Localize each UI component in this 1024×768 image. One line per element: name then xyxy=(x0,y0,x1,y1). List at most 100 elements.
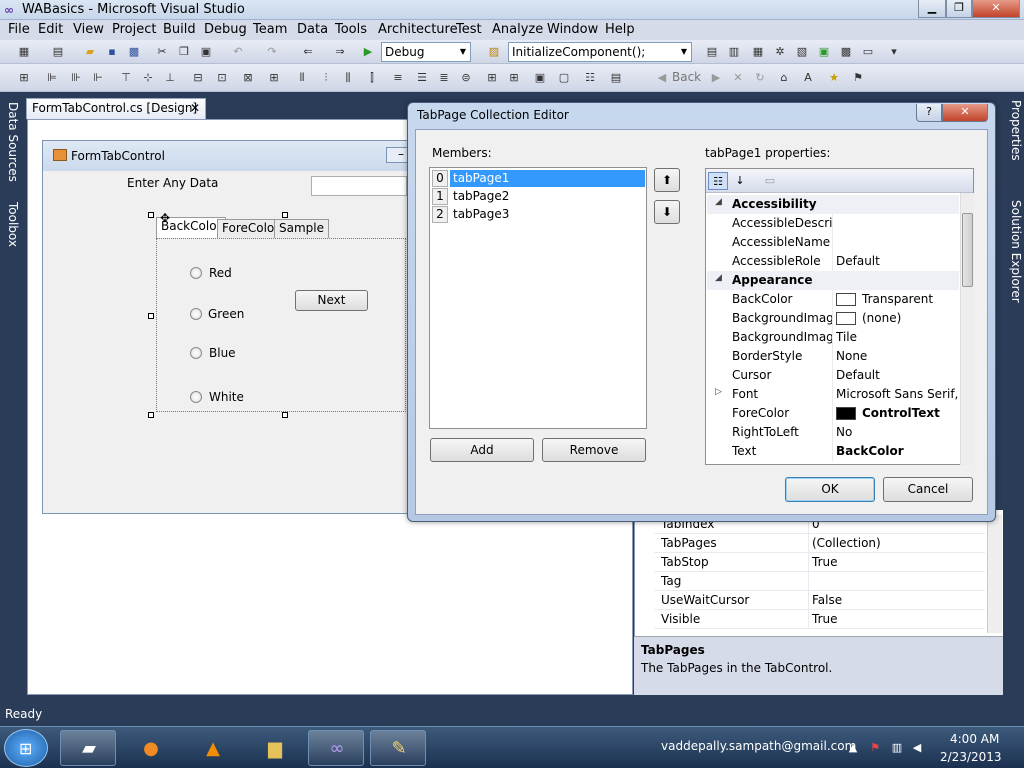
property-row[interactable]: RightToLeft No xyxy=(707,423,959,442)
menu-view[interactable]: View xyxy=(73,22,104,37)
data-textbox[interactable] xyxy=(311,176,407,196)
undo-icon[interactable]: ↶ xyxy=(230,44,246,60)
property-row[interactable]: AccessibleRole Default xyxy=(707,252,959,271)
resize-handle[interactable] xyxy=(282,412,288,418)
radio-green[interactable] xyxy=(190,308,202,320)
make-same-size-icon[interactable]: ⊠ xyxy=(240,70,256,86)
property-grid[interactable]: ☷ ↓ ▭ ◢ Accessibility AccessibleDescript Ac… xyxy=(705,168,974,465)
add-button[interactable]: Add xyxy=(430,438,534,462)
taskbar-app-folder[interactable]: ▆ xyxy=(246,730,302,766)
start-button[interactable]: ⊞ xyxy=(4,729,48,767)
network-icon[interactable]: ▥ xyxy=(890,741,904,755)
extension-manager-icon[interactable]: ▭ xyxy=(860,44,876,60)
scroll-thumb[interactable] xyxy=(962,213,973,287)
menu-architecture[interactable]: Architecture xyxy=(378,22,458,37)
members-list[interactable]: 0 tabPage1 1 tabPage2 2 tabPage3 xyxy=(429,167,647,429)
stop-icon[interactable]: ✕ xyxy=(730,70,746,86)
object-browser-icon[interactable]: ▦ xyxy=(750,44,766,60)
toolbar-options-icon[interactable]: ▾ xyxy=(886,44,902,60)
close-tab-icon[interactable]: ✕ xyxy=(190,99,200,118)
cut-icon[interactable]: ✂ xyxy=(154,44,170,60)
close-button[interactable]: ✕ xyxy=(972,0,1020,18)
tab-control[interactable] xyxy=(156,238,406,412)
make-same-width-icon[interactable]: ⊟ xyxy=(190,70,206,86)
property-pages-icon[interactable]: ▭ xyxy=(760,172,780,190)
property-row[interactable]: AccessibleDescript xyxy=(707,214,959,233)
horizontal-spacing-icon[interactable]: ⫴ xyxy=(294,70,310,86)
prop-row-tabpages[interactable]: TabPages (Collection) xyxy=(654,534,985,553)
sync-contents-icon[interactable]: ⚑ xyxy=(850,70,866,86)
list-item[interactable]: 0 tabPage1 xyxy=(432,170,645,188)
remove-button[interactable]: Remove xyxy=(542,438,646,462)
radio-blue[interactable] xyxy=(190,347,202,359)
prop-row-usewaitcursor[interactable]: UseWaitCursor False xyxy=(654,591,985,610)
align-lefts-icon[interactable]: ⊫ xyxy=(44,70,60,86)
menu-tools[interactable]: Tools xyxy=(335,22,367,37)
menu-help[interactable]: Help xyxy=(605,22,635,37)
toolbox-tab[interactable]: Toolbox xyxy=(2,202,20,247)
property-category[interactable]: ◢ Accessibility xyxy=(707,195,959,214)
align-bottoms-icon[interactable]: ⊥ xyxy=(162,70,178,86)
property-value[interactable]: (none) xyxy=(862,311,958,325)
menu-file[interactable]: File xyxy=(8,22,30,37)
tab-order-icon[interactable]: ☷ xyxy=(582,70,598,86)
taskbar-app-paint[interactable]: ✎ xyxy=(370,730,426,766)
data-sources-tab[interactable]: Data Sources xyxy=(2,102,20,182)
property-row[interactable]: BorderStyle None xyxy=(707,347,959,366)
property-row[interactable]: Cursor Default xyxy=(707,366,959,385)
tray-email[interactable]: vaddepally.sampath@gmail.com xyxy=(661,739,856,753)
toolbox-icon[interactable]: ✲ xyxy=(772,44,788,60)
increase-vspacing-icon[interactable]: ☰ xyxy=(414,70,430,86)
menu-data[interactable]: Data xyxy=(297,22,328,37)
radio-red[interactable] xyxy=(190,267,202,279)
move-up-button[interactable]: ⬆ xyxy=(654,168,680,192)
property-value[interactable]: ControlText xyxy=(862,406,958,420)
properties-window-icon[interactable]: ▥ xyxy=(726,44,742,60)
copy-icon[interactable]: ❐ xyxy=(176,44,192,60)
menu-build[interactable]: Build xyxy=(163,22,196,37)
center-vertically-icon[interactable]: ⊞ xyxy=(506,70,522,86)
property-row[interactable]: BackgroundImage (none) xyxy=(707,309,959,328)
increase-spacing-icon[interactable]: ⫶ xyxy=(318,70,334,86)
navigate-forward-icon[interactable]: ⇒ xyxy=(332,44,348,60)
navigate-backward-icon[interactable]: ⇐ xyxy=(300,44,316,60)
vertical-spacing-icon[interactable]: ≡ xyxy=(390,70,406,86)
expand-icon[interactable]: ▷ xyxy=(715,387,722,397)
center-horizontally-icon[interactable]: ⊞ xyxy=(484,70,500,86)
taskbar-app-explorer[interactable]: ▰ xyxy=(60,730,116,766)
add-item-icon[interactable]: ▤ xyxy=(50,44,66,60)
prop-row-tag[interactable]: Tag xyxy=(654,572,985,591)
radio-white[interactable] xyxy=(190,391,202,403)
collapse-icon[interactable]: ◢ xyxy=(715,197,722,207)
save-icon[interactable]: ▪ xyxy=(104,44,120,60)
solution-config-select[interactable]: Debug ▼ xyxy=(381,42,471,62)
collapse-icon[interactable]: ◢ xyxy=(715,273,722,283)
property-value[interactable]: BackColor xyxy=(836,444,958,458)
back-label[interactable]: Back xyxy=(672,70,701,84)
property-value[interactable]: None xyxy=(836,349,958,363)
show-hidden-icons-icon[interactable]: ▲ xyxy=(846,741,860,755)
property-row[interactable]: ▷ Font Microsoft Sans Serif, 8.2 xyxy=(707,385,959,404)
send-to-back-icon[interactable]: ▢ xyxy=(556,70,572,86)
align-centers-icon[interactable]: ⊪ xyxy=(68,70,84,86)
menu-project[interactable]: Project xyxy=(112,22,156,37)
prop-row-tabstop[interactable]: TabStop True xyxy=(654,553,985,572)
size-to-grid-icon[interactable]: ⊞ xyxy=(266,70,282,86)
menu-window[interactable]: Window xyxy=(547,22,598,37)
align-middles-icon[interactable]: ⊹ xyxy=(140,70,156,86)
categorized-icon[interactable]: ☷ xyxy=(708,172,728,190)
menu-test[interactable]: Test xyxy=(456,22,482,37)
save-all-icon[interactable]: ▩ xyxy=(126,44,142,60)
property-value[interactable]: Transparent xyxy=(862,292,958,306)
align-rights-icon[interactable]: ⊩ xyxy=(90,70,106,86)
paste-icon[interactable]: ▣ xyxy=(198,44,214,60)
new-project-icon[interactable]: ▦ xyxy=(16,44,32,60)
property-value[interactable]: Microsoft Sans Serif, 8.2 xyxy=(836,387,958,401)
properties-scrollbar[interactable] xyxy=(987,515,1002,633)
list-item[interactable]: 2 tabPage3 xyxy=(432,206,645,224)
decrease-vspacing-icon[interactable]: ≣ xyxy=(436,70,452,86)
move-down-button[interactable]: ⬇ xyxy=(654,200,680,224)
resize-handle[interactable] xyxy=(148,412,154,418)
menu-team[interactable]: Team xyxy=(253,22,287,37)
forward-arrow-icon[interactable]: ▶ xyxy=(708,70,724,86)
